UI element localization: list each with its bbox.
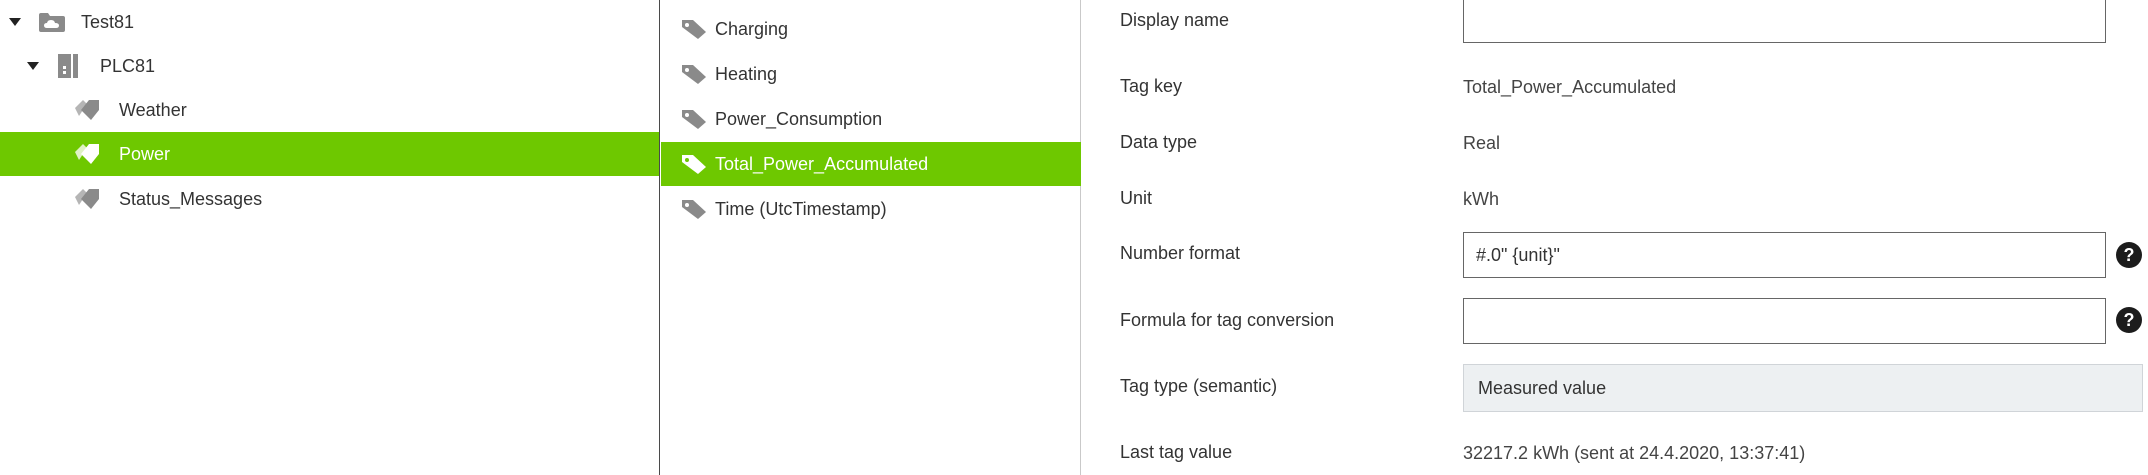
tag-type-value: Measured value [1478,377,1607,398]
tag-icon [681,153,707,175]
cloud-folder-icon [38,11,66,33]
tag-icon [681,18,707,40]
data-type-value: Real [1463,133,1501,153]
display-name-label: Display name [1120,10,1230,30]
tag-item-label: Charging [715,18,789,39]
tree-item-label: Weather [119,99,187,120]
tag-item-power-consumption[interactable]: Power_Consumption [661,97,1081,141]
tag-type-label: Tag type (semantic) [1120,376,1278,396]
tag-icon [681,198,707,220]
tag-key-label: Tag key [1120,76,1183,96]
tree-item-label: Test81 [81,11,135,32]
tag-item-label: Heating [715,63,778,84]
last-tag-value: 32217.2 kWh (sent at 24.4.2020, 13:37:41… [1463,443,1806,463]
tag-group-icon [73,142,101,166]
tag-item-heating[interactable]: Heating [661,52,1081,96]
tree-item-power[interactable]: Power [0,132,659,176]
tag-item-label: Power_Consumption [715,108,883,129]
unit-label: Unit [1120,188,1153,208]
tag-group-icon [73,98,101,122]
formula-label: Formula for tag conversion [1120,310,1335,330]
formula-input[interactable] [1463,298,2106,344]
tag-type-field: Measured value [1463,364,2143,412]
tag-item-charging[interactable]: Charging [661,7,1081,51]
expand-caret-icon[interactable] [27,62,39,70]
display-name-input[interactable] [1463,0,2106,43]
tree-item-label: Power [119,143,171,164]
tag-item-total-power-accumulated[interactable]: Total_Power_Accumulated [661,142,1081,186]
tag-icon [681,63,707,85]
tree-item-plc81[interactable]: PLC81 [0,44,659,88]
tag-group-icon [73,187,101,211]
unit-value: kWh [1463,189,1499,209]
tag-list-panel: Charging Heating Power_Consumption Total… [661,0,1081,475]
tag-key-value: Total_Power_Accumulated [1463,77,1677,97]
formula-help-icon[interactable]: ? [2116,307,2142,333]
tree-item-label: PLC81 [100,55,156,76]
tree-item-status-messages[interactable]: Status_Messages [0,177,659,221]
tag-item-label: Total_Power_Accumulated [715,153,929,174]
number-format-input[interactable] [1463,232,2106,278]
last-tag-value-label: Last tag value [1120,442,1233,462]
data-type-label: Data type [1120,132,1198,152]
tag-icon [681,108,707,130]
number-format-help-icon[interactable]: ? [2116,242,2142,268]
tag-properties-panel: Display name Tag key Total_Power_Accumul… [1082,0,2148,475]
number-format-label: Number format [1120,243,1241,263]
expand-caret-icon[interactable] [9,18,21,26]
tree-item-label: Status_Messages [119,188,263,209]
tree-item-test81[interactable]: Test81 [0,0,659,44]
device-tree-panel: Test81 PLC81 Weather Power Status_Messag… [0,0,660,475]
tag-item-label: Time (UtcTimestamp) [715,198,887,219]
tree-item-weather[interactable]: Weather [0,88,659,132]
plc-device-icon [58,54,78,78]
tag-item-time-utctimestamp[interactable]: Time (UtcTimestamp) [661,187,1081,231]
